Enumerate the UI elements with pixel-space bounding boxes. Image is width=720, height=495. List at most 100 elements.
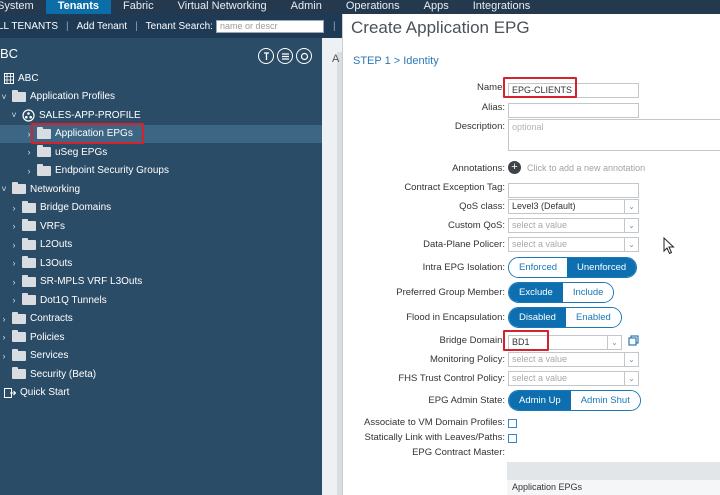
pin-icon[interactable]	[258, 48, 274, 64]
chevron-down-icon[interactable]: ˅	[0, 92, 8, 102]
chevron-right-icon[interactable]: ›	[0, 332, 8, 342]
tab-operations[interactable]: Operations	[334, 0, 412, 14]
tree-item[interactable]: › Dot1Q Tunnels	[0, 291, 322, 309]
tree-item[interactable]: › uSeg EPGs	[0, 143, 322, 161]
tree-item[interactable]: Security (Beta)	[0, 365, 322, 383]
custom-qos-placeholder: select a value	[512, 220, 568, 230]
data-plane-placeholder: select a value	[512, 239, 568, 249]
folder-shape	[12, 330, 26, 342]
intra-epg-unenforced-option[interactable]: Unenforced	[567, 258, 637, 277]
tree-item[interactable]: › Contracts	[0, 310, 322, 328]
flood-enabled-option[interactable]: Enabled	[565, 308, 621, 327]
description-row: Description: optional	[343, 117, 720, 157]
refresh-icon[interactable]	[296, 48, 312, 64]
tree-item-label: Services	[30, 350, 69, 361]
tree-item[interactable]: › SR-MPLS VRF L3Outs	[0, 273, 322, 291]
pref-group-include-option[interactable]: Include	[562, 283, 614, 302]
pref-group-row: Preferred Group Member: Exclude Include	[343, 282, 720, 306]
admin-up-option[interactable]: Admin Up	[509, 391, 571, 410]
add-tenant-link[interactable]: Add Tenant	[69, 21, 135, 32]
tree-item[interactable]: › VRFs	[0, 217, 322, 235]
all-tenants-link[interactable]: LL TENANTS	[0, 21, 66, 32]
qos-select[interactable]: Level3 (Default) ⌄	[508, 199, 639, 214]
fhs-label: FHS Trust Control Policy:	[398, 373, 505, 384]
tree-item[interactable]: › Bridge Domains	[0, 199, 322, 217]
chevron-right-icon[interactable]: ›	[10, 258, 18, 268]
custom-qos-select[interactable]: select a value ⌄	[508, 218, 639, 233]
chevron-down-icon[interactable]: ˅	[10, 110, 18, 120]
tree-item[interactable]: › Endpoint Security Groups	[0, 162, 322, 180]
custom-qos-row: Custom QoS: select a value ⌄	[343, 216, 720, 236]
vm-domain-checkbox[interactable]	[508, 419, 517, 428]
chevron-right-icon[interactable]: ›	[10, 240, 18, 250]
tenant-name-heading: BC	[0, 46, 19, 61]
chevron-right-icon[interactable]: ›	[10, 295, 18, 305]
tree-item[interactable]: › L3Outs	[0, 254, 322, 272]
qos-label: QoS class:	[459, 201, 505, 212]
tab-integrations[interactable]: Integrations	[461, 0, 542, 14]
tree-item[interactable]: › Policies	[0, 328, 322, 346]
pref-group-exclude-option[interactable]: Exclude	[509, 283, 563, 302]
alias-input[interactable]	[508, 102, 639, 118]
annotations-row: Annotations: + Click to add a new annota…	[343, 159, 720, 179]
folder-shape	[22, 256, 36, 268]
contract-exception-input[interactable]	[508, 182, 639, 198]
chevron-down-icon: ⌄	[624, 238, 638, 251]
tab-admin[interactable]: Admin	[279, 0, 334, 14]
monitoring-select[interactable]: select a value ⌄	[508, 352, 639, 367]
data-plane-select[interactable]: select a value ⌄	[508, 237, 639, 252]
tree-item[interactable]: ˅ Application Profiles	[0, 88, 322, 106]
intra-epg-label: Intra EPG Isolation:	[422, 262, 505, 273]
monitoring-label: Monitoring Policy:	[430, 354, 505, 365]
flood-disabled-option[interactable]: Disabled	[509, 308, 566, 327]
chevron-down-icon[interactable]: ˅	[0, 184, 8, 194]
tab-system[interactable]: System	[0, 0, 46, 14]
tab-virtual-networking[interactable]: Virtual Networking	[166, 0, 279, 14]
quick-start-icon	[4, 387, 16, 398]
chevron-right-icon[interactable]: ›	[10, 203, 18, 213]
fhs-select[interactable]: select a value ⌄	[508, 371, 639, 386]
admin-shut-option[interactable]: Admin Shut	[570, 391, 640, 410]
qos-value: Level3 (Default)	[512, 201, 576, 211]
intra-epg-enforced-option[interactable]: Enforced	[509, 258, 568, 277]
monitoring-row: Monitoring Policy: select a value ⌄	[343, 350, 720, 370]
annotations-hint[interactable]: Click to add a new annotation	[527, 163, 645, 173]
list-menu-icon[interactable]	[277, 48, 293, 64]
chevron-right-icon[interactable]: ›	[25, 166, 33, 176]
admin-state-row: EPG Admin State: Admin Up Admin Shut	[343, 390, 720, 414]
folder-icon	[12, 367, 26, 379]
description-textarea[interactable]: optional	[508, 119, 720, 151]
tenant-search-input[interactable]	[215, 19, 324, 33]
tree-item-label: Application Profiles	[30, 91, 116, 102]
tree-item[interactable]: › L2Outs	[0, 236, 322, 254]
tree-item-label: Bridge Domains	[40, 202, 112, 213]
tree-item[interactable]: ABC	[0, 69, 322, 87]
tree-item[interactable]: ˅ Networking	[0, 180, 322, 198]
name-highlight-box	[503, 77, 577, 98]
chevron-right-icon[interactable]: ›	[0, 351, 8, 361]
qos-row: QoS class: Level3 (Default) ⌄	[343, 197, 720, 217]
folder-shape	[22, 237, 36, 250]
tree-item-label: Dot1Q Tunnels	[40, 294, 107, 306]
flood-row: Flood in Encapsulation: Disabled Enabled	[343, 307, 720, 331]
chevron-right-icon[interactable]: ›	[10, 277, 18, 287]
tree-item-label: SALES-APP-PROFILE	[39, 109, 141, 121]
folder-icon	[22, 293, 36, 305]
tab-apps[interactable]: Apps	[412, 0, 461, 14]
create-bridge-domain-icon[interactable]	[628, 333, 639, 351]
tree-item[interactable]: › Services	[0, 347, 322, 365]
tab-fabric[interactable]: Fabric	[111, 0, 166, 14]
chevron-right-icon[interactable]: ›	[10, 221, 18, 231]
table-column-header[interactable]: Application EPGs	[507, 480, 720, 495]
contract-exception-row: Contract Exception Tag:	[343, 178, 720, 198]
chevron-down-icon: ⌄	[624, 372, 638, 385]
static-link-checkbox[interactable]	[508, 434, 517, 443]
tree-item[interactable]: ˅ SALES-APP-PROFILE	[0, 106, 322, 124]
chevron-right-icon[interactable]: ›	[0, 314, 8, 324]
monitoring-placeholder: select a value	[512, 354, 568, 364]
contract-master-table: Application EPGs	[507, 462, 720, 495]
add-annotation-icon[interactable]: +	[508, 161, 521, 174]
tree-item[interactable]: Quick Start	[0, 384, 322, 402]
chevron-right-icon[interactable]: ›	[25, 147, 33, 157]
tab-tenants[interactable]: Tenants	[45, 0, 112, 14]
